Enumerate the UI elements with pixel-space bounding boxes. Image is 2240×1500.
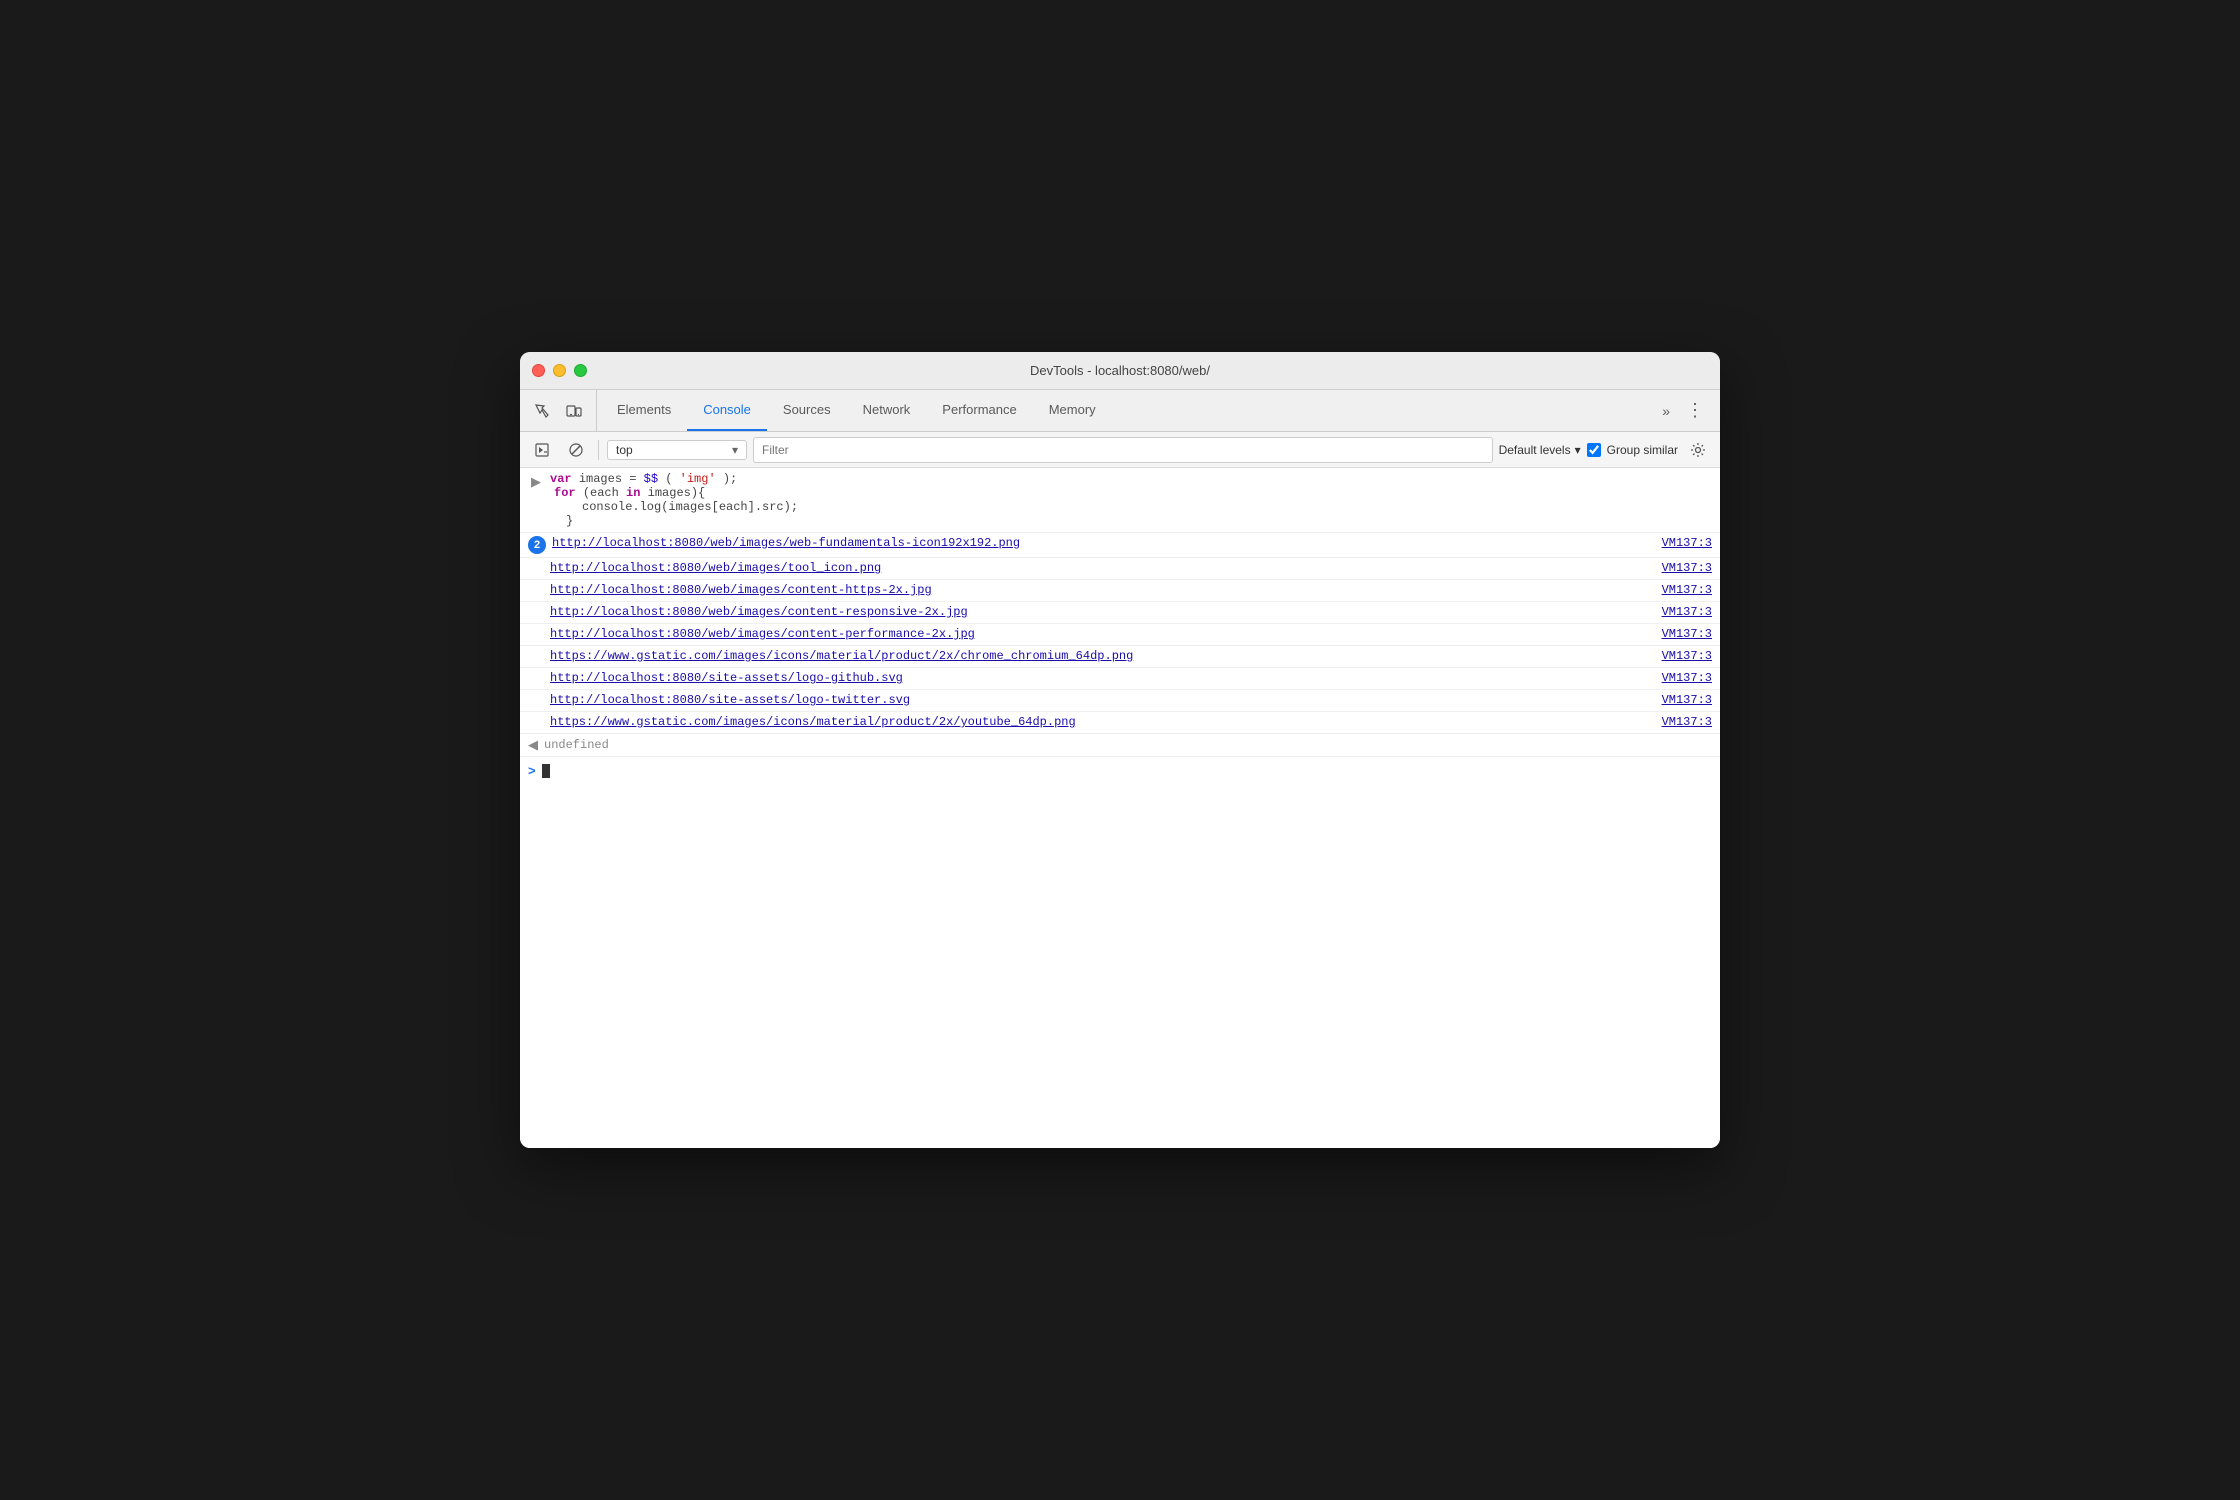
log-entry-7: http://localhost:8080/site-assets/logo-t… [520,690,1720,712]
log-entry-3: http://localhost:8080/web/images/content… [520,602,1720,624]
cursor [542,764,550,778]
undefined-entry: ◀ undefined [520,734,1720,757]
titlebar: DevTools - localhost:8080/web/ [520,352,1720,390]
log-url-3[interactable]: http://localhost:8080/web/images/content… [550,605,1626,619]
tab-performance[interactable]: Performance [926,390,1032,431]
undefined-text: undefined [544,738,609,752]
log-entry-0: 2 http://localhost:8080/web/images/web-f… [520,533,1720,558]
context-selector[interactable]: top ▾ [607,440,747,460]
log-url-8[interactable]: https://www.gstatic.com/images/icons/mat… [550,715,1626,729]
inspect-icon[interactable] [528,397,556,425]
source-ref-5[interactable]: VM137:3 [1642,649,1712,663]
console-settings-button[interactable] [1684,437,1712,463]
toolbar-divider [598,440,599,460]
clear-console-button[interactable] [562,437,590,463]
log-entry-5: https://www.gstatic.com/images/icons/mat… [520,646,1720,668]
window-title: DevTools - localhost:8080/web/ [1030,363,1210,378]
tab-elements[interactable]: Elements [601,390,687,431]
source-ref-0[interactable]: VM137:3 [1642,536,1712,550]
source-ref-4[interactable]: VM137:3 [1642,627,1712,641]
log-url-4[interactable]: http://localhost:8080/web/images/content… [550,627,1626,641]
console-body: ▶ var images = $$ ( 'img' ); for (each i… [520,468,1720,1148]
log-entry-8: https://www.gstatic.com/images/icons/mat… [520,712,1720,734]
execute-script-button[interactable] [528,437,556,463]
code-content: var images = $$ ( 'img' ); for (each in … [550,472,1712,528]
log-url-1[interactable]: http://localhost:8080/web/images/tool_ic… [550,561,1626,575]
filter-input[interactable] [753,437,1493,463]
log-url-5[interactable]: https://www.gstatic.com/images/icons/mat… [550,649,1626,663]
tab-memory[interactable]: Memory [1033,390,1112,431]
count-badge: 2 [528,536,546,554]
log-entry-4: http://localhost:8080/web/images/content… [520,624,1720,646]
group-similar-checkbox[interactable] [1587,443,1601,457]
log-url-2[interactable]: http://localhost:8080/web/images/content… [550,583,1626,597]
minimize-button[interactable] [553,364,566,377]
source-ref-7[interactable]: VM137:3 [1642,693,1712,707]
log-entry-1: http://localhost:8080/web/images/tool_ic… [520,558,1720,580]
expand-icon[interactable]: ▶ [528,472,544,490]
devtools-menu-button[interactable]: ⋮ [1678,390,1712,431]
source-ref-6[interactable]: VM137:3 [1642,671,1712,685]
source-ref-8[interactable]: VM137:3 [1642,715,1712,729]
more-tabs-button[interactable]: » [1654,390,1678,431]
log-entry-2: http://localhost:8080/web/images/content… [520,580,1720,602]
group-similar-option: Group similar [1587,443,1678,457]
tab-console[interactable]: Console [687,390,767,431]
levels-chevron-icon: ▾ [1575,443,1581,457]
log-entry-6: http://localhost:8080/site-assets/logo-g… [520,668,1720,690]
tabbar: Elements Console Sources Network Perform… [520,390,1720,432]
source-ref-2[interactable]: VM137:3 [1642,583,1712,597]
code-entry: ▶ var images = $$ ( 'img' ); for (each i… [520,468,1720,533]
maximize-button[interactable] [574,364,587,377]
log-url-7[interactable]: http://localhost:8080/site-assets/logo-t… [550,693,1626,707]
device-icon[interactable] [560,397,588,425]
console-prompt[interactable]: > [520,757,1720,784]
devtools-window: DevTools - localhost:8080/web/ Elements [520,352,1720,1148]
prompt-icon: > [528,763,536,778]
context-chevron-icon: ▾ [732,443,738,457]
console-output: ▶ var images = $$ ( 'img' ); for (each i… [520,468,1720,1148]
source-ref-1[interactable]: VM137:3 [1642,561,1712,575]
tab-sources[interactable]: Sources [767,390,847,431]
tab-toolbar-icons [528,390,597,431]
return-icon: ◀ [528,737,538,753]
traffic-lights [532,364,587,377]
console-toolbar: top ▾ Default levels ▾ Group similar [520,432,1720,468]
source-ref-3[interactable]: VM137:3 [1642,605,1712,619]
close-button[interactable] [532,364,545,377]
tab-network[interactable]: Network [847,390,927,431]
default-levels-button[interactable]: Default levels ▾ [1499,443,1581,457]
log-url-0[interactable]: http://localhost:8080/web/images/web-fun… [552,536,1626,550]
log-url-6[interactable]: http://localhost:8080/site-assets/logo-g… [550,671,1626,685]
